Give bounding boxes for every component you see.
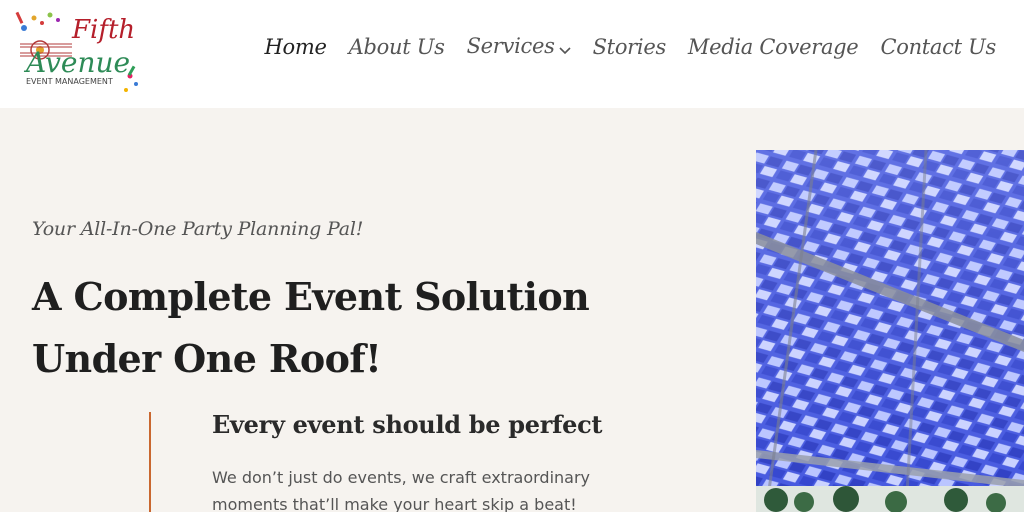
logo-text-fifth: Fifth <box>71 15 135 45</box>
main-nav: Home About Us Services Stories Media Cov… <box>265 34 997 60</box>
nav-services[interactable]: Services <box>467 34 571 60</box>
hero-tagline-text: Your All-In-One Party Planning Pal! <box>32 218 364 240</box>
canopy-photo <box>756 150 1024 512</box>
nav-services-label: Services <box>466 34 555 58</box>
chevron-down-icon <box>559 36 571 60</box>
hero-description-line1: We don’t just do events, we craft extrao… <box>212 468 591 487</box>
logo-text-avenue: Avenue <box>23 46 130 79</box>
nav-about-us[interactable]: About Us <box>349 35 445 59</box>
hero-headline-line1: A Complete Event Solution <box>32 274 590 319</box>
site-header: Fifth Avenue EVENT MANAGEMENT Home About… <box>0 0 1024 108</box>
hero-headline-line2: Under One Roof! <box>32 336 382 381</box>
nav-home[interactable]: Home <box>265 35 327 59</box>
accent-divider <box>149 412 151 512</box>
hero-description: We don’t just do events, we craft extrao… <box>212 464 612 512</box>
nav-stories[interactable]: Stories <box>593 35 667 59</box>
nav-contact-us[interactable]: Contact Us <box>880 35 996 59</box>
hero-subhead: Every event should be perfect <box>212 410 603 439</box>
site-logo[interactable]: Fifth Avenue EVENT MANAGEMENT <box>12 6 147 98</box>
hero-canopy-image <box>756 150 1024 512</box>
hero-description-line2: moments that’ll make your heart skip a b… <box>212 495 577 512</box>
logo-graphic: Fifth Avenue EVENT MANAGEMENT <box>15 11 138 92</box>
logo-text-sub: EVENT MANAGEMENT <box>26 77 113 86</box>
hero-headline: A Complete Event Solution Under One Roof… <box>32 266 672 390</box>
nav-media-coverage[interactable]: Media Coverage <box>688 35 859 59</box>
